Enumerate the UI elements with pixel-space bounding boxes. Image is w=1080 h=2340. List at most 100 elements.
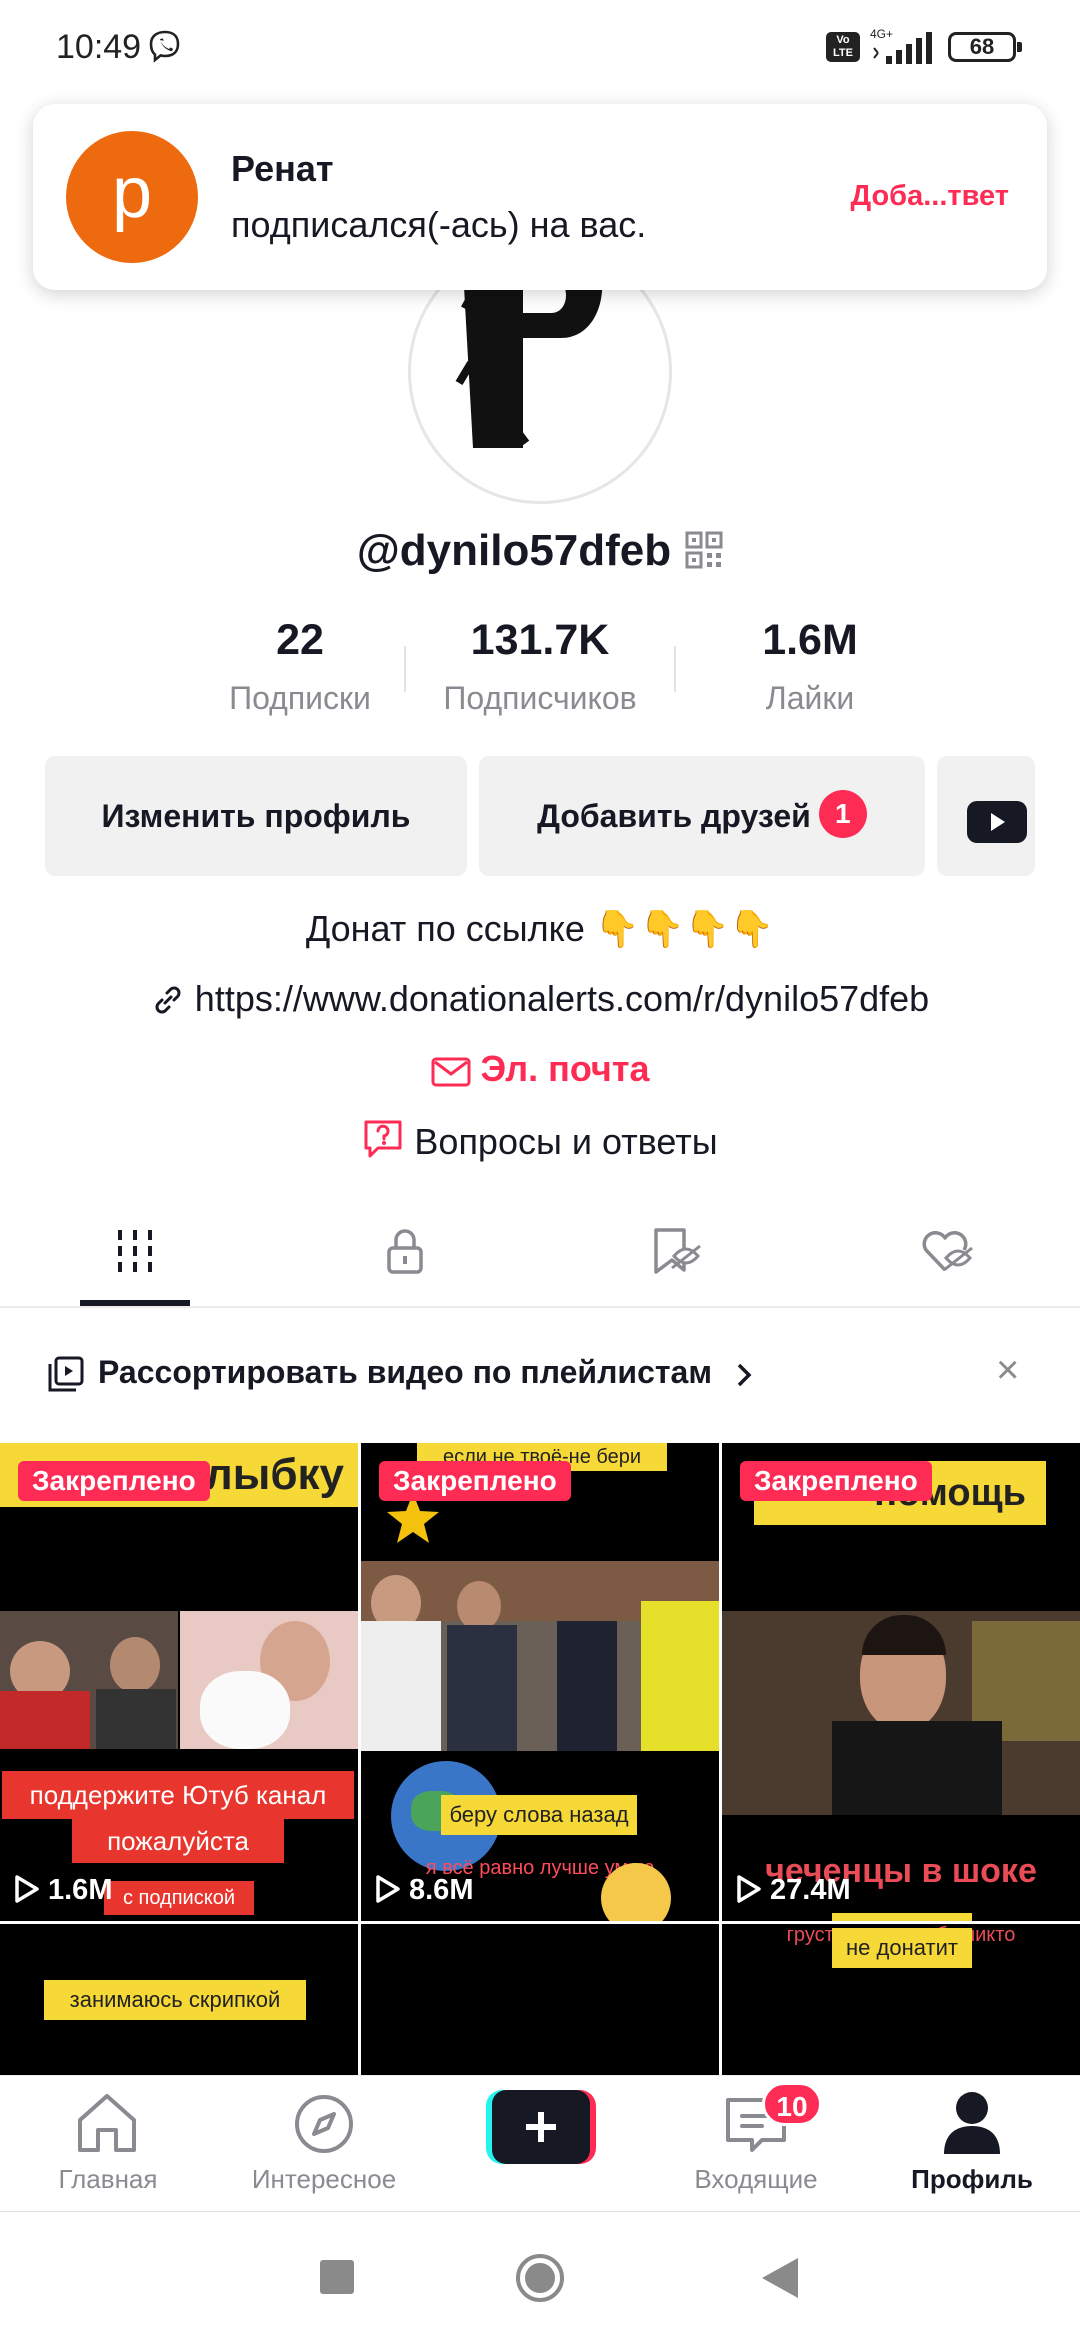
video-grid: улыбку поддержите Ютуб канал пожалуйста … — [0, 1443, 1080, 2075]
hidden-bookmark-icon — [654, 1228, 701, 1274]
mail-icon — [431, 1057, 470, 1087]
nav-home-label: Главная — [58, 2164, 158, 2194]
edit-profile-button[interactable]: Изменить профиль — [45, 756, 467, 876]
video-caption: занимаюсь скрипкой — [44, 1980, 306, 2020]
stat-divider — [404, 646, 406, 692]
volte-icon: Vo LTE — [826, 32, 860, 62]
stat-likes[interactable]: 1.6M Лайки — [690, 612, 930, 717]
back-button[interactable] — [760, 2256, 800, 2300]
tab-liked[interactable] — [810, 1196, 1080, 1306]
nav-discover[interactable]: Интересное — [216, 2076, 432, 2212]
video-thumbnail — [0, 1611, 178, 1749]
inbox-badge: 10 — [762, 2082, 822, 2126]
system-nav-bar — [0, 2211, 1080, 2340]
bio-link-text[interactable]: https://www.donationalerts.com/r/dynilo5… — [195, 978, 929, 1019]
username: @dynilo57dfeb — [356, 526, 672, 575]
video-caption: не донатит — [832, 1928, 972, 1968]
view-count-text: 8.6M — [409, 1874, 474, 1906]
profile-stats: 22 Подписки 131.7K Подписчиков 1.6M Лайк… — [180, 612, 900, 732]
pinned-badge: Закреплено — [18, 1461, 210, 1501]
video-tile[interactable]: улыбку поддержите Ютуб канал пожалуйста … — [0, 1443, 358, 1921]
play-icon — [737, 1875, 761, 1903]
nav-inbox[interactable]: Входящие — [648, 2076, 864, 2212]
home-system-button[interactable] — [514, 2252, 566, 2304]
qa-link[interactable]: Вопросы и ответы — [0, 1118, 1080, 1163]
status-bar: 10:49 Vo LTE 4G+ 68 — [0, 0, 1080, 96]
recents-button[interactable] — [320, 2260, 354, 2294]
likes-count: 1.6M — [762, 616, 858, 664]
video-thumbnail — [180, 1611, 358, 1749]
video-caption: поддержите Ютуб канал — [2, 1771, 354, 1819]
bio-link[interactable]: https://www.donationalerts.com/r/dynilo5… — [0, 978, 1080, 1020]
view-count: 27.4M — [736, 1874, 851, 1907]
playlist-banner[interactable]: Рассортировать видео по плейлистам × — [0, 1334, 1080, 1414]
video-tile[interactable]: помощь чеченцы в шоке Закреплено 27.4M — [722, 1443, 1080, 1921]
bottom-nav: Главная Интересное Входящие 10 Профиль — [0, 2075, 1080, 2211]
follow-back-button[interactable]: Доба...твет — [850, 180, 1009, 213]
youtube-icon — [967, 801, 1027, 843]
video-caption: с подпиской — [104, 1881, 254, 1915]
video-tile[interactable]: грустно когда тебе никто не донатит — [722, 1924, 1080, 2075]
notification-message: подписался(-ась) на вас. — [231, 204, 647, 245]
video-thumbnail — [722, 1611, 1080, 1815]
screen: 10:49 Vo LTE 4G+ 68 р Ренат подписался(-… — [0, 0, 1080, 2340]
profile-icon — [944, 2092, 1000, 2154]
hidden-heart-icon — [922, 1231, 973, 1272]
svg-text:4G+: 4G+ — [870, 27, 893, 41]
qr-code-icon[interactable] — [685, 531, 723, 569]
active-tab-indicator — [80, 1300, 190, 1306]
username-row: @dynilo57dfeb — [0, 526, 1080, 576]
compass-icon — [295, 2095, 353, 2153]
play-icon — [15, 1875, 39, 1903]
profile-bio: Донат по ссылке 👇👇👇👇 — [305, 908, 775, 949]
viber-icon — [149, 30, 180, 63]
grid-icon — [118, 1230, 152, 1272]
follow-notification[interactable]: р Ренат подписался(-ась) на вас. Доба...… — [33, 104, 1047, 290]
add-friends-label: Добавить друзей — [537, 798, 811, 834]
stat-followers[interactable]: 131.7K Подписчиков — [420, 612, 660, 717]
email-link[interactable]: Эл. почта — [0, 1048, 1080, 1090]
pinned-badge: Закреплено — [379, 1461, 571, 1501]
playlist-icon — [48, 1356, 84, 1392]
video-tile[interactable] — [361, 1924, 719, 2075]
add-friends-badge: 1 — [818, 790, 867, 838]
profile-tabs — [0, 1196, 1080, 1308]
lock-icon — [387, 1229, 423, 1274]
home-icon — [78, 2094, 136, 2152]
link-icon — [155, 986, 181, 1014]
battery-indicator: 68 — [948, 32, 1022, 62]
video-thumbnail — [361, 1561, 719, 1751]
view-count-text: 27.4M — [770, 1874, 851, 1906]
stat-following[interactable]: 22 Подписки — [180, 612, 420, 717]
chevron-right-icon — [737, 1363, 752, 1387]
notification-avatar[interactable]: р — [66, 131, 198, 263]
followers-label: Подписчиков — [443, 680, 637, 716]
nav-profile[interactable]: Профиль — [864, 2076, 1080, 2212]
play-icon — [376, 1875, 400, 1903]
video-tile[interactable]: если не твоё-не бери беру слова назад я … — [361, 1443, 719, 1921]
view-count-text: 1.6M — [48, 1874, 113, 1906]
likes-label: Лайки — [765, 680, 855, 716]
nav-home[interactable]: Главная — [0, 2076, 216, 2212]
email-label: Эл. почта — [480, 1048, 650, 1089]
nav-inbox-label: Входящие — [694, 2164, 818, 2194]
create-button[interactable] — [486, 2090, 596, 2164]
youtube-button[interactable] — [937, 756, 1035, 876]
close-icon[interactable]: × — [996, 1348, 1019, 1393]
tab-reposts[interactable] — [540, 1196, 810, 1306]
status-time: 10:49 — [56, 28, 142, 66]
qa-label: Вопросы и ответы — [414, 1121, 718, 1162]
tab-videos[interactable] — [0, 1196, 270, 1306]
nav-discover-label: Интересное — [251, 2164, 397, 2194]
video-tile[interactable]: занимаюсь скрипкой — [0, 1924, 358, 2075]
caption-bar — [832, 1913, 972, 1921]
tab-private[interactable] — [270, 1196, 540, 1306]
stat-divider — [674, 646, 676, 692]
playlist-banner-text: Рассортировать видео по плейлистам — [98, 1354, 712, 1390]
add-friends-button[interactable]: Добавить друзей 1 — [479, 756, 925, 876]
video-caption: пожалуйста — [72, 1819, 284, 1863]
following-label: Подписки — [229, 680, 371, 716]
view-count: 8.6M — [375, 1874, 473, 1907]
qa-icon — [364, 1120, 402, 1158]
followers-count: 131.7K — [470, 616, 610, 664]
